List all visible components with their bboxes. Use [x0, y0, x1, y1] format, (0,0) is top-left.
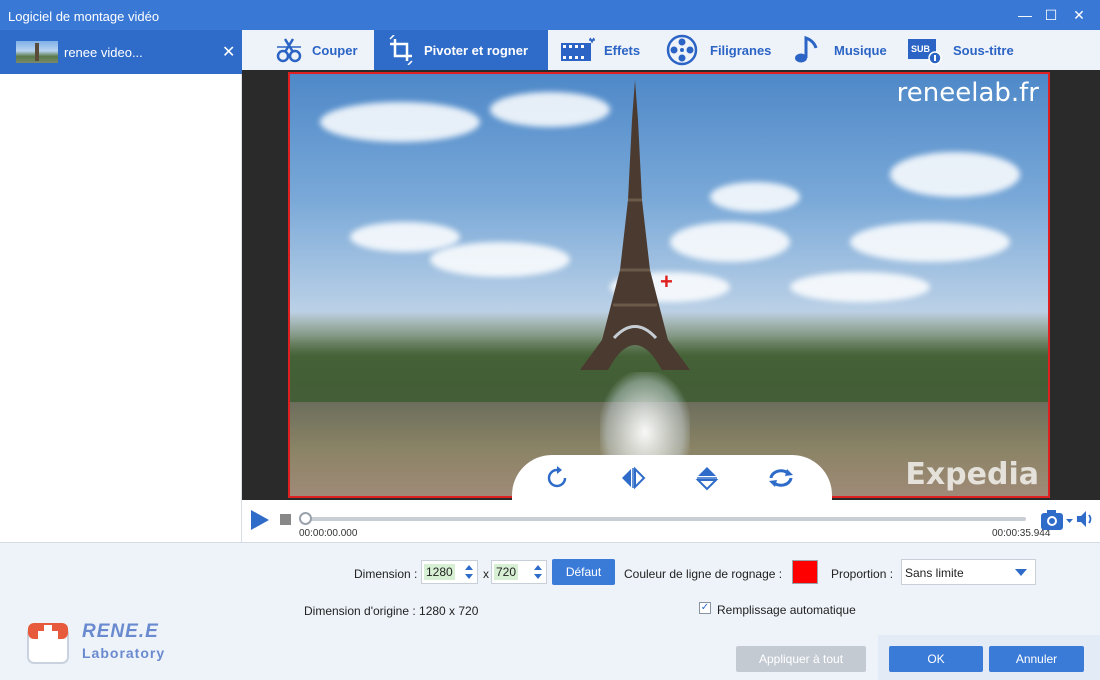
expedia-logo-text: Expedia — [905, 457, 1039, 492]
width-stepper[interactable]: 1280 — [421, 560, 478, 584]
proportion-select[interactable]: Sans limite — [901, 559, 1036, 585]
maximize-button[interactable]: ☐ — [1036, 0, 1066, 30]
proportion-value: Sans limite — [905, 566, 964, 580]
tab-couper-label: Couper — [312, 42, 358, 58]
tab-effets-label: Effets — [604, 42, 641, 58]
crop-color-label: Couleur de ligne de rognage : — [624, 567, 783, 581]
tab-filigranes[interactable]: Filigranes — [666, 30, 771, 70]
crop-settings-panel: Dimension : 1280 x 720 Défaut Couleur de… — [0, 542, 1100, 680]
cut-icon — [276, 38, 302, 63]
rotate-tools-panel — [512, 455, 832, 500]
edit-toolbar: Couper Pivoter et rogner Effets Filigran… — [242, 30, 1100, 70]
music-icon — [795, 35, 818, 63]
tab-filigranes-label: Filigranes — [710, 42, 772, 58]
ok-button[interactable]: OK — [889, 646, 983, 672]
timeline-track[interactable] — [302, 517, 1026, 521]
file-name: renee video... — [64, 45, 143, 60]
proportion-label: Proportion : — [831, 567, 894, 581]
file-close-icon[interactable]: ✕ — [222, 42, 235, 62]
play-icon[interactable] — [250, 510, 270, 530]
dimension-label: Dimension : — [354, 567, 418, 581]
height-value: 720 — [494, 564, 519, 580]
tab-sous-titre-label: Sous-titre — [953, 42, 1014, 58]
brand-name: RENE.E — [82, 621, 159, 642]
stop-icon[interactable] — [280, 514, 291, 525]
rotate-clockwise-icon[interactable] — [542, 463, 572, 493]
width-value: 1280 — [424, 564, 455, 580]
tab-musique-label: Musique — [834, 42, 887, 58]
eiffel-tower-image — [580, 80, 690, 370]
current-time: 00:00:00.000 — [299, 528, 358, 539]
tab-pivoter-rogner[interactable]: Pivoter et rogner — [374, 30, 548, 70]
auto-fill-checkbox[interactable]: ✓ — [699, 602, 711, 614]
effects-icon — [561, 37, 595, 61]
brand-sub: Laboratory — [82, 645, 166, 661]
dimension-separator: x — [483, 567, 489, 581]
rotate-reset-icon[interactable] — [766, 463, 796, 493]
tab-couper[interactable]: Couper — [274, 30, 358, 70]
first-aid-logo-icon — [27, 623, 69, 664]
height-stepper[interactable]: 720 — [491, 560, 547, 584]
stepper-arrows-icon[interactable] — [464, 563, 474, 581]
video-preview-area: reneelab.fr Expedia + ▾ — [242, 70, 1100, 500]
rene-logo: RENE.E Laboratory — [26, 619, 164, 668]
file-tab[interactable]: renee video... ✕ — [0, 30, 242, 74]
crop-center-icon[interactable]: + — [660, 271, 673, 293]
title-bar: Logiciel de montage vidéo — ☐ ✕ — [0, 0, 1100, 30]
tab-pivoter-label: Pivoter et rogner — [424, 42, 529, 58]
file-list-panel: renee video... ✕ — [0, 30, 242, 542]
svg-text:SUB: SUB — [911, 44, 931, 54]
stepper-arrows-icon[interactable] — [533, 563, 543, 581]
default-button[interactable]: Défaut — [552, 559, 615, 585]
crop-color-swatch[interactable] — [792, 560, 818, 584]
watermark-text: reneelab.fr — [896, 78, 1039, 108]
tab-sous-titre[interactable]: SUB Sous-titre — [907, 30, 1014, 70]
tab-musique[interactable]: Musique — [792, 30, 887, 70]
close-button[interactable]: ✕ — [1064, 0, 1094, 30]
subtitle-icon: SUB — [908, 39, 942, 65]
crop-rotate-icon — [389, 35, 413, 65]
cancel-button[interactable]: Annuler — [989, 646, 1084, 672]
flip-vertical-icon[interactable] — [692, 463, 722, 493]
apply-all-button[interactable]: Appliquer à tout — [736, 646, 866, 672]
video-thumbnail — [16, 41, 58, 63]
playback-bar: 00:00:00.000 00:00:35.944 — [242, 500, 1100, 542]
snapshot-camera-icon[interactable] — [1040, 509, 1074, 531]
watermark-icon — [666, 34, 698, 66]
window-title: Logiciel de montage vidéo — [8, 9, 160, 24]
auto-fill-label: Remplissage automatique — [717, 603, 856, 617]
dropdown-arrow-icon — [1015, 569, 1027, 576]
original-dimension: Dimension d'origine : 1280 x 720 — [304, 604, 479, 618]
timeline-knob[interactable] — [299, 512, 312, 525]
volume-icon[interactable] — [1076, 510, 1096, 528]
flip-horizontal-icon[interactable] — [618, 463, 648, 493]
tab-effets[interactable]: Effets — [560, 30, 640, 70]
